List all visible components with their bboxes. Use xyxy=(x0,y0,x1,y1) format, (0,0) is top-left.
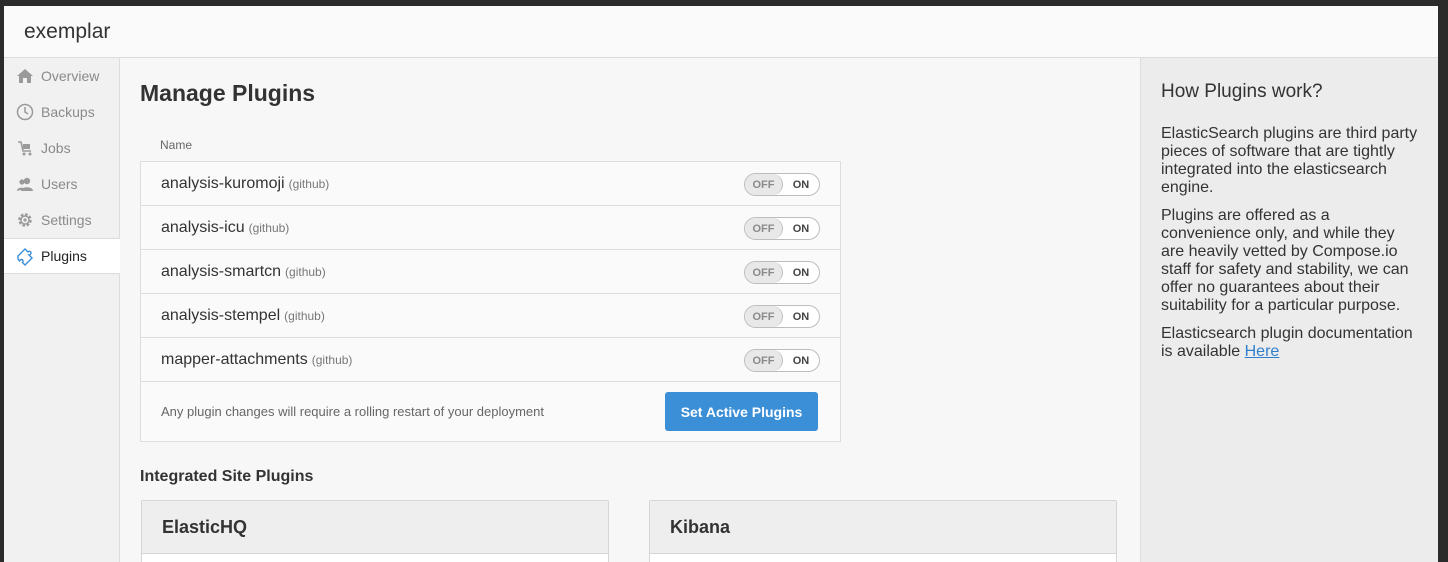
table-row: mapper-attachments (github) OFF ON xyxy=(141,338,840,382)
sidebar-item-backups[interactable]: Backups xyxy=(4,94,119,130)
sidebar-item-label: Backups xyxy=(41,104,95,120)
plugin-name: analysis-icu xyxy=(161,218,245,236)
plugin-name: mapper-attachments xyxy=(161,350,308,368)
main-content: Manage Plugins Name analysis-kuromoji (g… xyxy=(120,58,1140,562)
card-title: Kibana xyxy=(650,501,1116,554)
help-panel: How Plugins work? ElasticSearch plugins … xyxy=(1140,58,1438,562)
sidebar-item-label: Users xyxy=(41,176,78,192)
sidebar-item-plugins[interactable]: Plugins xyxy=(4,238,120,274)
toggle-off-label: OFF xyxy=(745,174,783,195)
top-bar: exemplar xyxy=(4,6,1438,58)
toggle-off-label: OFF xyxy=(745,218,783,239)
sidebar-item-label: Overview xyxy=(41,68,100,84)
home-icon xyxy=(15,66,35,86)
docs-text: Elasticsearch plugin documentation is av… xyxy=(1161,325,1413,360)
plugin-toggle[interactable]: OFF ON xyxy=(744,261,820,284)
sidebar-item-label: Settings xyxy=(41,212,92,228)
toggle-off-label: OFF xyxy=(745,350,783,371)
restart-note: Any plugin changes will require a rollin… xyxy=(161,404,544,419)
table-row: analysis-icu (github) OFF ON xyxy=(141,206,840,250)
table-row: analysis-smartcn (github) OFF ON xyxy=(141,250,840,294)
app-window: exemplar Overview Backups Jobs Users Set… xyxy=(4,6,1438,562)
app-title[interactable]: exemplar xyxy=(24,20,110,44)
table-row: analysis-kuromoji (github) OFF ON xyxy=(141,162,840,206)
page-title: Manage Plugins xyxy=(140,80,316,106)
column-header-name: Name xyxy=(160,138,193,152)
plugin-table: analysis-kuromoji (github) OFF ON analys… xyxy=(140,161,841,442)
sidebar-item-users[interactable]: Users xyxy=(4,166,119,202)
toggle-on-label: ON xyxy=(792,266,810,279)
plugin-toggle[interactable]: OFF ON xyxy=(744,305,820,328)
plugin-toggle[interactable]: OFF ON xyxy=(744,349,820,372)
plugin-source: (github) xyxy=(248,220,290,235)
help-paragraph: Elasticsearch plugin documentation is av… xyxy=(1161,325,1418,361)
gear-icon xyxy=(15,210,35,230)
toggle-off-label: OFF xyxy=(745,306,783,327)
sidebar-item-settings[interactable]: Settings xyxy=(4,202,119,238)
plugin-toggle[interactable]: OFF ON xyxy=(744,217,820,240)
plugin-source: (github) xyxy=(311,352,353,367)
sidebar-item-overview[interactable]: Overview xyxy=(4,58,119,94)
docs-link[interactable]: Here xyxy=(1245,343,1280,360)
card-title: ElasticHQ xyxy=(142,501,608,554)
help-paragraph: ElasticSearch plugins are third party pi… xyxy=(1161,125,1418,196)
site-plugin-card-kibana[interactable]: Kibana xyxy=(649,500,1117,562)
plugin-source: (github) xyxy=(284,308,325,323)
help-title: How Plugins work? xyxy=(1161,81,1323,102)
plugin-source: (github) xyxy=(285,264,326,279)
toggle-on-label: ON xyxy=(792,222,810,235)
site-plugin-card-elastichq[interactable]: ElasticHQ xyxy=(141,500,609,562)
sidebar-item-jobs[interactable]: Jobs xyxy=(4,130,119,166)
table-footer: Any plugin changes will require a rollin… xyxy=(141,382,840,441)
toggle-on-label: ON xyxy=(792,310,810,323)
sidebar-item-label: Plugins xyxy=(41,248,87,264)
plugin-toggle[interactable]: OFF ON xyxy=(744,173,820,196)
sidebar: Overview Backups Jobs Users Settings Plu… xyxy=(4,58,120,562)
plugin-icon xyxy=(15,246,35,266)
toggle-on-label: ON xyxy=(792,354,810,367)
sidebar-item-label: Jobs xyxy=(41,140,71,156)
site-plugins-title: Integrated Site Plugins xyxy=(140,468,314,485)
table-row: analysis-stempel (github) OFF ON xyxy=(141,294,840,338)
set-active-plugins-button[interactable]: Set Active Plugins xyxy=(665,392,818,431)
users-icon xyxy=(15,174,35,194)
plugin-source: (github) xyxy=(288,176,330,191)
help-paragraph: Plugins are offered as a convenience onl… xyxy=(1161,207,1409,314)
history-icon xyxy=(15,102,35,122)
plugin-name: analysis-stempel xyxy=(161,306,281,324)
jobs-icon xyxy=(15,138,35,158)
plugin-name: analysis-kuromoji xyxy=(161,174,285,192)
toggle-on-label: ON xyxy=(792,178,810,191)
toggle-off-label: OFF xyxy=(745,262,783,283)
plugin-name: analysis-smartcn xyxy=(161,262,282,280)
